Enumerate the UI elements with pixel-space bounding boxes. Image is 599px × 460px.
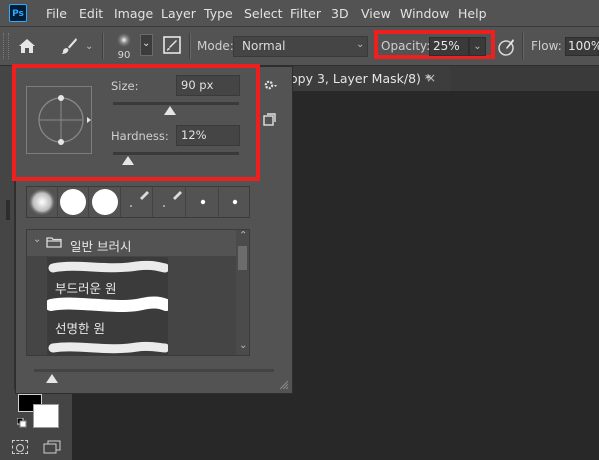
- menu-help[interactable]: Help: [458, 6, 487, 21]
- hardness-slider[interactable]: [113, 152, 239, 155]
- brush-item-label[interactable]: 부드러운 원: [55, 278, 116, 297]
- flow-label: Flow:: [531, 39, 562, 53]
- chevron-up-icon[interactable]: ⌄: [239, 228, 247, 239]
- opacity-slider-dropdown[interactable]: ⌄: [469, 37, 486, 56]
- preview-size-slider[interactable]: [34, 369, 274, 372]
- opacity-input[interactable]: 25%: [429, 37, 469, 56]
- menu-select[interactable]: Select: [244, 6, 283, 21]
- brush-picker-dropdown[interactable]: ⌄: [140, 34, 153, 56]
- photoshop-logo[interactable]: Ps: [9, 4, 27, 22]
- options-grip[interactable]: [3, 33, 9, 59]
- recent-brush-pencil[interactable]: [155, 187, 186, 217]
- blend-mode-value: Normal: [242, 39, 286, 53]
- size-slider[interactable]: [113, 102, 239, 105]
- new-preset-icon[interactable]: [263, 113, 276, 126]
- menu-3d[interactable]: 3D: [331, 6, 349, 21]
- brush-icon[interactable]: [60, 37, 78, 55]
- mode-label: Mode:: [197, 39, 234, 53]
- brush-stroke-preview: [45, 296, 172, 314]
- preview-size-slider-thumb[interactable]: [46, 374, 58, 383]
- hardness-input[interactable]: 12%: [176, 125, 240, 146]
- pressure-opacity-icon[interactable]: [497, 37, 517, 57]
- hardness-label: Hardness:: [111, 129, 169, 143]
- screen-mode-icon[interactable]: [43, 440, 61, 454]
- quick-mask-icon[interactable]: [12, 440, 28, 454]
- tools-panel-handle[interactable]: [6, 200, 10, 220]
- size-input[interactable]: 90 px: [176, 75, 240, 96]
- menu-filter[interactable]: Filter: [290, 6, 321, 21]
- menu-file[interactable]: File: [46, 6, 67, 21]
- background-color-swatch[interactable]: [33, 404, 59, 428]
- menu-layer[interactable]: Layer: [161, 6, 196, 21]
- brush-stroke-preview: [47, 257, 170, 279]
- gear-icon[interactable]: [263, 78, 277, 92]
- chevron-down-icon[interactable]: ⌄: [239, 340, 247, 351]
- chevron-down-icon: ⌄: [356, 39, 365, 50]
- resize-grip-icon[interactable]: [279, 379, 289, 390]
- home-icon[interactable]: [18, 37, 36, 55]
- recent-brush-small-dot[interactable]: [188, 187, 219, 217]
- brush-list-scroll-thumb[interactable]: [238, 246, 247, 270]
- blend-mode-select[interactable]: Normal ⌄: [233, 36, 368, 57]
- menu-edit[interactable]: Edit: [79, 6, 103, 21]
- size-label: Size:: [111, 79, 139, 93]
- close-tab-icon[interactable]: ×: [426, 71, 436, 85]
- recent-brush-hard[interactable]: [90, 187, 121, 217]
- default-colors-icon[interactable]: [16, 417, 27, 428]
- chevron-down-icon[interactable]: ⌄: [85, 41, 93, 52]
- menu-type[interactable]: Type: [204, 6, 233, 21]
- options-separator: [522, 33, 524, 59]
- menu-image[interactable]: Image: [114, 6, 153, 21]
- hardness-slider-thumb[interactable]: [122, 156, 135, 165]
- brush-folder-name: 일반 브러시: [70, 239, 132, 254]
- recent-brush-small-dot[interactable]: [220, 187, 250, 217]
- chevron-down-icon: ⌄: [142, 38, 151, 49]
- flow-input[interactable]: 100%: [565, 37, 599, 56]
- folder-icon: [46, 236, 62, 248]
- options-separator: [189, 33, 191, 59]
- brush-item-label[interactable]: 선명한 원: [55, 318, 105, 337]
- menu-view[interactable]: View: [361, 6, 391, 21]
- opacity-label: Opacity:: [381, 39, 431, 53]
- recent-brush-soft[interactable]: [27, 187, 58, 217]
- recent-brush-pencil[interactable]: [122, 187, 153, 217]
- options-separator: [102, 33, 104, 59]
- document-tab-title: opy 3, Layer Mask/8) *: [290, 71, 432, 86]
- recent-brush-hard[interactable]: [58, 187, 89, 217]
- menu-window[interactable]: Window: [400, 6, 449, 21]
- size-slider-thumb[interactable]: [163, 106, 176, 115]
- brush-angle-roundness-widget[interactable]: [26, 86, 92, 154]
- tab-bar: [450, 66, 599, 91]
- brush-size-readout: 90: [117, 50, 131, 61]
- brush-stroke-preview: [47, 338, 170, 356]
- chevron-down-icon[interactable]: ⌄: [33, 234, 41, 245]
- brush-settings-panel-icon[interactable]: [163, 36, 181, 54]
